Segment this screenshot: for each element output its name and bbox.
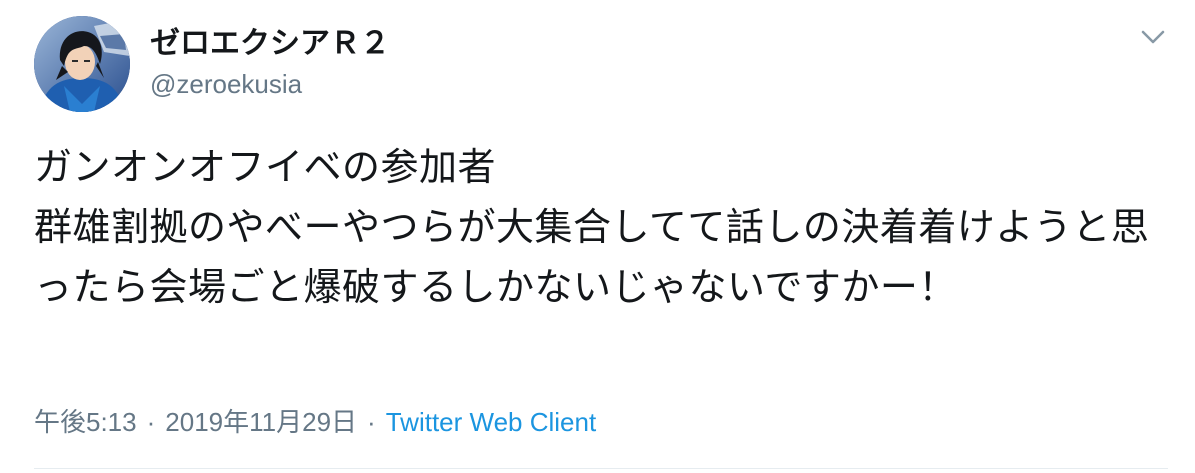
separator: · bbox=[146, 407, 156, 437]
tweet-meta: 午後5:13 · 2019年11月29日 · Twitter Web Client bbox=[34, 402, 596, 442]
divider bbox=[34, 468, 1168, 469]
user-handle[interactable]: @zeroekusia bbox=[150, 66, 302, 102]
tweet-date[interactable]: 2019年11月29日 bbox=[165, 407, 357, 437]
avatar-image bbox=[34, 16, 130, 112]
avatar[interactable] bbox=[34, 16, 130, 112]
tweet-card: ゼロエクシアＲ２ @zeroekusia ガンオンオフイベの参加者 群雄割拠のや… bbox=[0, 0, 1195, 473]
separator: · bbox=[367, 407, 376, 437]
chevron-down-icon[interactable] bbox=[1138, 26, 1168, 48]
client-link[interactable]: Twitter Web Client bbox=[386, 407, 596, 437]
tweet-text: ガンオンオフイベの参加者 群雄割拠のやべーやつらが大集合してて話しの決着着けよう… bbox=[34, 145, 1150, 309]
display-name[interactable]: ゼロエクシアＲ２ bbox=[150, 24, 390, 64]
tweet-time[interactable]: 午後5:13 bbox=[34, 407, 137, 437]
